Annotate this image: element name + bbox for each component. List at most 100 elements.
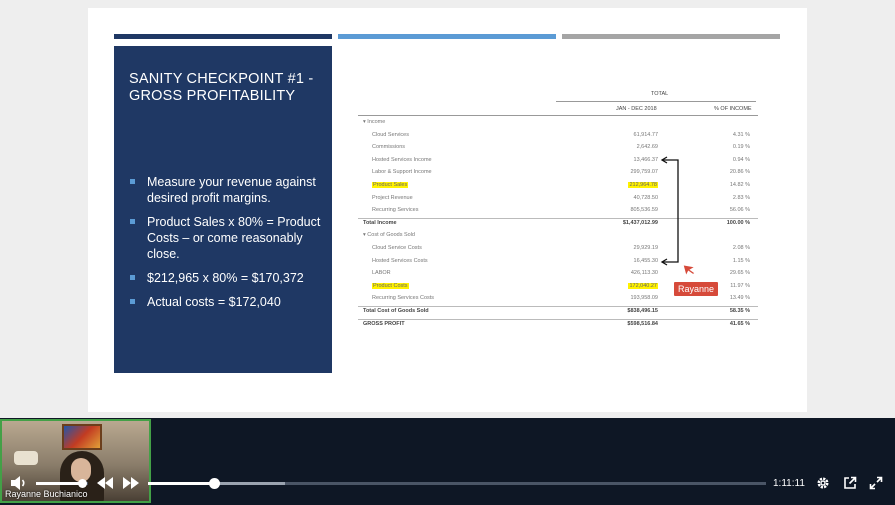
bullet-square-icon <box>130 219 135 224</box>
report-row: Project Revenue 40,728.50 2.83 % <box>358 195 758 205</box>
report-row-label: Cloud Service Costs <box>372 245 422 251</box>
webcam-background-lamp <box>14 451 38 465</box>
report-row-label: Hosted Services Income <box>372 156 432 163</box>
report-row-amount: 426,113.30 <box>630 270 658 277</box>
report-row-label: Hosted Services Costs <box>372 257 428 264</box>
gear-icon[interactable] <box>816 476 830 490</box>
report-row-amount: 61,914.77 <box>633 131 658 138</box>
report-row-label: ▾ Income <box>363 119 386 125</box>
report-row-amount: 193,958.09 <box>630 295 658 302</box>
report-row-percent: 29.65 % <box>729 270 750 277</box>
bullet-square-icon <box>130 179 135 184</box>
report-row-label: Product Costs <box>372 282 409 289</box>
report-row-amount: 805,536.59 <box>630 207 658 214</box>
report-row: Product Sales 212,964.78 14.82 % <box>358 182 758 192</box>
slide-bullet-text: Product Sales x 80% = Product Costs – or… <box>147 215 321 261</box>
report-row-label: GROSS PROFIT <box>363 320 405 327</box>
seek-bar-played <box>148 482 214 485</box>
slide-title: SANITY CHECKPOINT #1 - GROSS PROFITABILI… <box>129 71 324 105</box>
report-row: Commissions 2,642.69 0.19 % <box>358 144 758 154</box>
presentation-stage: SANITY CHECKPOINT #1 - GROSS PROFITABILI… <box>0 0 895 418</box>
report-row-amount: 2,642.69 <box>636 144 658 151</box>
report-row-percent: 58.35 % <box>729 308 750 314</box>
volume-slider-handle[interactable] <box>78 479 87 488</box>
report-row-label: ▾ Cost of Goods Sold <box>363 232 415 239</box>
report-row-label: Recurring Services Costs <box>372 295 435 302</box>
annotator-name-tag: Rayanne <box>673 281 720 297</box>
report-row: Hosted Services Income 13,466.37 0.94 % <box>358 157 758 167</box>
report-total-row: Total Income $1,437,012.99 100.00 % <box>358 217 758 230</box>
report-row-amount: 29,929.19 <box>633 245 658 251</box>
report-column-header-period: JAN - DEC 2018 <box>616 106 657 112</box>
report-row-amount: 13,466.37 <box>633 156 658 163</box>
report-row: Recurring Services 805,536.59 56.06 % <box>358 207 758 217</box>
pointer-cursor-icon <box>682 264 696 276</box>
report-row-percent: 2.83 % <box>732 194 750 201</box>
report-divider <box>358 217 758 219</box>
report-row: Labor & Support Income 299,759.07 20.86 % <box>358 169 758 179</box>
report-row-amount: 299,759.07 <box>630 169 658 176</box>
report-row-percent: 4.31 % <box>732 131 750 138</box>
report-total-row: Total Cost of Goods Sold $838,496.15 58.35… <box>358 306 758 318</box>
slide-left-panel: SANITY CHECKPOINT #1 - GROSS PROFITABILI… <box>114 46 332 373</box>
slide-bullet: Product Sales x 80% = Product Costs – or… <box>129 214 327 262</box>
volume-icon[interactable] <box>10 475 28 491</box>
report-row-label: Total Cost of Goods Sold <box>363 308 429 314</box>
report-row-amount: $1,437,012.99 <box>622 219 658 226</box>
seek-bar-handle[interactable] <box>209 478 220 489</box>
report-row: LABOR 426,113.30 29.65 % <box>358 270 758 280</box>
report-column-header-total: TOTAL <box>651 91 669 97</box>
report-row-label: Cloud Services <box>372 131 409 138</box>
report-row-label: Project Revenue <box>372 194 413 201</box>
report-divider <box>358 115 758 116</box>
slide-bullet-text: $212,965 x 80% = $170,372 <box>147 271 304 285</box>
report-divider <box>358 318 758 320</box>
slide-bullet: Actual costs = $172,040 <box>129 294 327 310</box>
playback-time: 1:11:11 <box>773 478 805 489</box>
bullet-square-icon <box>130 275 135 280</box>
report-row: ▾ Cost of Goods Sold <box>358 232 758 242</box>
fullscreen-icon[interactable] <box>869 476 883 490</box>
slide-bullet-text: Actual costs = $172,040 <box>147 295 281 309</box>
slide-title-line: GROSS PROFITABILITY <box>129 88 296 104</box>
report-divider <box>358 306 758 307</box>
slide-bullet: $212,965 x 80% = $170,372 <box>129 270 327 286</box>
slide-title-line: SANITY CHECKPOINT #1 - <box>129 71 314 87</box>
slide-bullet-list: Measure your revenue against desired pro… <box>129 174 327 318</box>
report-row-percent: 41.65 % <box>729 320 750 327</box>
report-row-percent: 0.94 % <box>732 156 750 163</box>
report-row: Hosted Services Costs 16,455.30 1.15 % <box>358 258 758 268</box>
rewind-icon[interactable] <box>96 476 114 490</box>
slide-bullet-text: Measure your revenue against desired pro… <box>147 175 316 205</box>
report-row-label: Commissions <box>372 144 406 151</box>
report-row-percent: 13.49 % <box>729 295 750 302</box>
report-row: Cloud Services 61,914.77 4.31 % <box>358 132 758 142</box>
slide-accent-bar <box>114 34 332 39</box>
bullet-square-icon <box>130 299 135 304</box>
report-row-label: Product Sales <box>372 182 409 188</box>
report-row-amount: 212,964.78 <box>628 182 658 188</box>
slide-bullet: Measure your revenue against desired pro… <box>129 174 327 206</box>
report-row-amount: $838,496.15 <box>627 308 658 314</box>
slide-accent-bar <box>562 34 780 39</box>
volume-slider-fill <box>36 482 82 485</box>
report-row-amount: 172,040.27 <box>628 282 658 289</box>
report-row: Cloud Service Costs 29,929.19 2.08 % <box>358 245 758 255</box>
report-divider <box>556 101 756 102</box>
report-column-header-percent: % OF INCOME <box>714 106 752 112</box>
slide-accent-bar <box>338 34 556 39</box>
report-row-label: LABOR <box>372 270 391 277</box>
report-row-percent: 100.00 % <box>726 219 750 226</box>
report-row-amount: $598,516.84 <box>627 320 658 327</box>
report-row-label: Labor & Support Income <box>372 169 432 176</box>
report-row-amount: 16,455.30 <box>633 257 658 264</box>
webcam-background-painting <box>62 424 102 450</box>
popout-icon[interactable] <box>843 476 857 490</box>
fast-forward-icon[interactable] <box>122 476 140 490</box>
report-row-percent: 20.86 % <box>729 169 750 176</box>
report-row: ▾ Income <box>358 119 758 129</box>
report-row-percent: 11.97 % <box>730 282 750 289</box>
report-total-row: GROSS PROFIT $598,516.84 41.65 % <box>358 318 758 331</box>
report-row-label: Total Income <box>363 219 397 226</box>
report-row-percent: 14.82 % <box>729 182 750 188</box>
